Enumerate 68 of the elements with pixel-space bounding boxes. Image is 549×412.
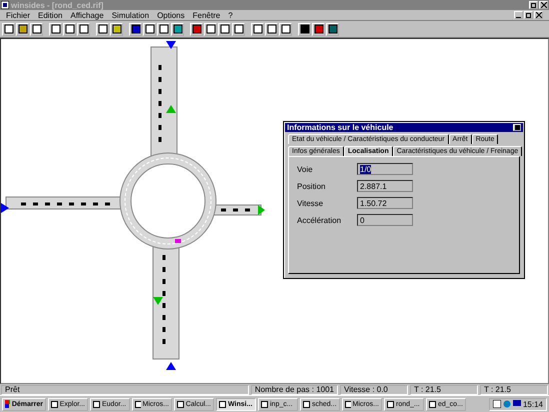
status-cell: T : 21.5 xyxy=(410,384,478,394)
window-icon xyxy=(135,400,141,408)
pin-tool[interactable] xyxy=(312,22,325,36)
status-cell: T : 21.5 xyxy=(480,384,548,394)
app-icon xyxy=(1,1,9,9)
window-icon xyxy=(219,400,226,408)
status-cell: Vitesse : 0.0 xyxy=(340,384,408,394)
minimize-button[interactable] xyxy=(513,124,521,131)
help-tool[interactable] xyxy=(110,22,123,36)
new-file-tool[interactable] xyxy=(2,22,15,36)
menu-item[interactable]: Edition xyxy=(38,10,62,20)
arrow-tool[interactable] xyxy=(279,22,292,36)
field-value: 0 xyxy=(360,216,364,224)
field-label: Accélération xyxy=(297,216,342,224)
save-tool[interactable] xyxy=(30,22,43,36)
zoom-tool[interactable] xyxy=(265,22,278,36)
rectangle-tool[interactable] xyxy=(143,22,156,36)
input-field[interactable]: 1/0 xyxy=(357,163,413,175)
input-field[interactable]: 2.887.1 xyxy=(357,180,413,192)
field-label: Position xyxy=(297,182,326,190)
pointer-tool[interactable] xyxy=(251,22,264,36)
open-folder-tool[interactable] xyxy=(16,22,29,36)
globe-tool[interactable] xyxy=(171,22,184,36)
menu-item[interactable]: Fenêtre xyxy=(192,10,220,20)
window-title: winsides - [rond_ced.rif] xyxy=(11,0,104,10)
minimize-button[interactable] xyxy=(514,11,523,19)
close-icon xyxy=(540,2,546,8)
window-icon xyxy=(303,400,310,408)
window-icon xyxy=(345,400,351,408)
grid-tool[interactable] xyxy=(157,22,170,36)
close-button[interactable] xyxy=(534,11,543,19)
windows-logo-icon xyxy=(5,400,10,408)
menu-item[interactable]: Fichier xyxy=(6,10,30,20)
status-cell: Nombre de pas : 1001 xyxy=(250,384,338,394)
lanes-tool[interactable] xyxy=(204,22,217,36)
field-value: 1.50.72 xyxy=(360,198,387,208)
window-icon xyxy=(177,400,184,408)
field-label: Vitesse xyxy=(297,198,324,208)
copy-tool[interactable] xyxy=(63,22,76,36)
window-icon xyxy=(51,400,58,408)
input-field[interactable]: 1.50.72 xyxy=(357,197,413,209)
field-value: 2.887.1 xyxy=(360,182,387,190)
status-cell: Prêt xyxy=(1,384,249,394)
close-button[interactable] xyxy=(539,1,548,9)
road-tool[interactable] xyxy=(129,22,142,36)
paste-tool[interactable] xyxy=(77,22,90,36)
turn-tool[interactable] xyxy=(232,22,245,36)
menu-item[interactable]: ? xyxy=(228,10,233,20)
monitor-tool[interactable] xyxy=(326,22,339,36)
field-label: Voie xyxy=(297,164,314,174)
close-icon xyxy=(536,12,542,18)
car-tool[interactable] xyxy=(298,22,311,36)
window-icon xyxy=(261,400,268,408)
window-icon xyxy=(387,400,394,408)
menu-item[interactable]: Simulation xyxy=(112,10,150,20)
clock: 15:14 xyxy=(522,400,543,408)
menu-item[interactable]: Affichage xyxy=(70,10,104,20)
field-value: 1/0 xyxy=(360,164,372,174)
window-icon xyxy=(93,400,100,408)
menu-item[interactable]: Options xyxy=(157,10,185,20)
input-field[interactable]: 0 xyxy=(357,214,413,226)
cut-tool[interactable] xyxy=(49,22,62,36)
window-icon xyxy=(429,400,436,408)
dialog-title: Informations sur le véhicule xyxy=(287,123,394,132)
crossing-tool[interactable] xyxy=(218,22,231,36)
print-tool[interactable] xyxy=(96,22,109,36)
vehicle-tool[interactable] xyxy=(190,22,203,36)
minimize-icon xyxy=(514,125,520,130)
